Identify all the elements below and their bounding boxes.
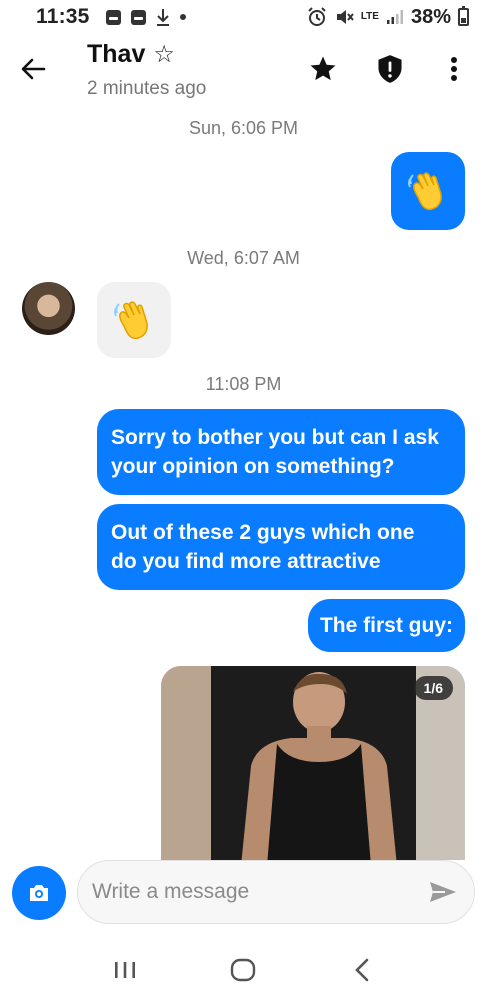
status-time: 11:35 <box>36 5 90 28</box>
more-notifications-icon <box>179 14 186 20</box>
outgoing-text-message[interactable]: Out of these 2 guys which one do you fin… <box>97 504 465 590</box>
send-button[interactable] <box>426 875 460 909</box>
contact-name-row[interactable]: Thav ☆ <box>87 40 175 69</box>
battery-percent: 38% <box>410 5 451 28</box>
more-options-button[interactable] <box>437 52 471 86</box>
camera-button[interactable] <box>12 866 66 920</box>
notification-icon <box>130 9 146 25</box>
outgoing-emoji-message[interactable] <box>391 152 465 230</box>
timestamp: Sun, 6:06 PM <box>188 118 299 138</box>
camera-icon <box>30 885 48 901</box>
last-seen: 2 minutes ago <box>87 78 207 99</box>
home-button[interactable] <box>223 950 263 990</box>
message-list[interactable]: Sun, 6:06 PM Wed, 6:07 AM 11:08 PM Sorry… <box>0 108 487 860</box>
download-icon <box>156 9 169 26</box>
incoming-emoji-message[interactable] <box>97 282 171 358</box>
star-filled-icon <box>310 56 336 81</box>
timestamp: 11:08 PM <box>205 374 282 394</box>
outgoing-photo-message[interactable]: 1/6 <box>161 666 465 860</box>
photo-counter-badge: 1/6 <box>413 676 453 700</box>
contact-name: Thav <box>87 40 146 68</box>
system-navigation-bar <box>0 945 487 995</box>
back-nav-button[interactable] <box>342 950 382 990</box>
battery-icon <box>458 6 469 26</box>
chevron-left-icon <box>354 958 369 982</box>
shield-alert-icon <box>378 55 402 83</box>
mute-icon <box>336 10 354 24</box>
status-bar: 11:35 LTE 38% <box>0 0 487 34</box>
safety-button[interactable] <box>373 52 407 86</box>
more-vertical-icon <box>451 57 457 81</box>
recent-apps-button[interactable] <box>105 950 145 990</box>
network-label: LTE <box>360 11 379 22</box>
signal-icon <box>386 10 403 24</box>
star-outline-icon[interactable]: ☆ <box>153 40 175 69</box>
message-input[interactable] <box>92 880 426 904</box>
send-icon <box>430 882 456 902</box>
message-line: Sorry to bother you but can I ask <box>111 426 439 449</box>
waving-hand-icon <box>114 301 148 340</box>
waving-hand-icon <box>408 172 442 211</box>
recent-apps-icon <box>115 962 136 978</box>
message-composer <box>0 860 487 926</box>
conversation-header: Thav ☆ 2 minutes ago <box>0 34 487 108</box>
back-arrow-icon <box>21 58 46 80</box>
alarm-icon <box>308 7 326 26</box>
outgoing-text-message[interactable]: The first guy: <box>307 599 465 652</box>
message-line: do you find more attractive <box>111 550 381 573</box>
message-line: The first guy: <box>319 614 453 637</box>
favorite-button[interactable] <box>306 52 340 86</box>
outgoing-text-message[interactable]: Sorry to bother you but can I ask your o… <box>97 409 465 495</box>
message-line: Out of these 2 guys which one <box>111 521 415 544</box>
notification-icon <box>105 9 121 25</box>
avatar[interactable] <box>22 282 75 335</box>
home-icon <box>231 958 256 982</box>
back-button[interactable] <box>16 52 50 86</box>
message-input-container[interactable] <box>77 860 475 924</box>
timestamp: Wed, 6:07 AM <box>187 248 300 268</box>
message-line: your opinion on something? <box>111 455 395 478</box>
